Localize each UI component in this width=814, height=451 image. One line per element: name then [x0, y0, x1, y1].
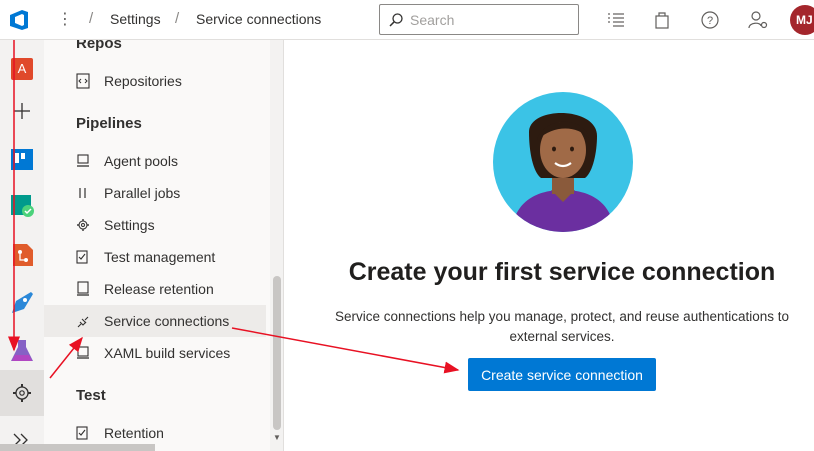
nav-item-label: Repositories	[104, 73, 182, 89]
nav-item-label: Release retention	[104, 281, 214, 297]
help-icon[interactable]: ?	[699, 9, 721, 31]
create-service-connection-button[interactable]: Create service connection	[468, 358, 656, 391]
avatar[interactable]: MJ	[790, 5, 814, 35]
test-plans-icon[interactable]	[7, 190, 37, 220]
project-icon[interactable]: A	[7, 54, 37, 84]
top-bar: ⋮ / Settings / Service connections Searc…	[0, 0, 814, 40]
project-initial: A	[11, 58, 33, 80]
test-management-icon	[76, 250, 88, 264]
person-illustration	[493, 92, 633, 232]
nav-item-label: Retention	[104, 425, 164, 441]
nav-section-test: Test	[76, 387, 106, 404]
horizontal-scrollbar[interactable]	[0, 444, 155, 451]
more-icon[interactable]: ⋮	[57, 9, 73, 31]
pipelines-icon[interactable]	[7, 288, 37, 318]
list-icon[interactable]	[605, 9, 627, 31]
nav-item-label: Agent pools	[104, 153, 178, 169]
nav-item-agent-pools[interactable]: Agent pools	[44, 145, 266, 177]
nav-item-repositories[interactable]: Repositories	[44, 65, 266, 97]
breadcrumb-service-connections[interactable]: Service connections	[196, 11, 321, 27]
nav-item-label: Settings	[104, 217, 155, 233]
artifacts-icon[interactable]	[7, 336, 37, 366]
xaml-icon	[77, 346, 89, 359]
agent-pool-icon	[77, 154, 89, 167]
breadcrumb-separator: /	[89, 10, 94, 27]
boards-icon[interactable]	[7, 144, 37, 174]
nav-section-repos: Repos	[76, 40, 122, 52]
scroll-down-arrow-icon[interactable]: ▼	[273, 433, 281, 442]
settings-icon[interactable]	[7, 378, 37, 408]
nav-item-label: Parallel jobs	[104, 185, 181, 201]
scrollbar-thumb[interactable]	[273, 276, 281, 430]
nav-item-label: XAML build services	[104, 345, 231, 361]
nav-item-xaml-build-services[interactable]: XAML build services	[44, 337, 266, 369]
left-rail: A	[0, 40, 44, 451]
retention-icon	[77, 281, 89, 296]
nav-item-label: Service connections	[104, 313, 230, 329]
settings-nav: Repos Repositories Pipelines Agent pools…	[44, 40, 284, 451]
nav-item-label: Test management	[104, 249, 216, 265]
retention-icon	[76, 426, 88, 440]
svg-text:?: ?	[707, 15, 713, 27]
nav-section-pipelines: Pipelines	[76, 115, 142, 132]
parallel-icon	[79, 188, 86, 198]
azure-devops-logo-icon[interactable]	[6, 7, 32, 33]
breadcrumb-settings[interactable]: Settings	[110, 11, 161, 27]
main-content: Create your first service connection Ser…	[285, 40, 814, 451]
repos-icon[interactable]	[7, 240, 37, 270]
nav-item-release-retention[interactable]: Release retention	[44, 273, 266, 305]
nav-item-settings[interactable]: Settings	[44, 209, 266, 241]
add-icon[interactable]	[7, 96, 37, 126]
repo-icon	[76, 73, 90, 89]
search-icon	[389, 13, 403, 27]
search-box[interactable]	[379, 4, 579, 35]
nav-scrollbar[interactable]: ▼	[270, 40, 283, 451]
nav-item-test-management[interactable]: Test management	[44, 241, 266, 273]
nav-item-parallel-jobs[interactable]: Parallel jobs	[44, 177, 266, 209]
empty-state-description: Service connections help you manage, pro…	[334, 309, 790, 344]
bag-icon[interactable]	[651, 9, 673, 31]
nav-item-service-connections[interactable]: Service connections	[44, 305, 266, 337]
empty-state-title: Create your first service connection	[348, 258, 776, 286]
user-settings-icon[interactable]	[747, 9, 769, 31]
plug-icon	[77, 316, 89, 328]
gear-icon	[77, 219, 89, 231]
search-input[interactable]	[410, 10, 570, 30]
breadcrumb-separator: /	[175, 10, 180, 27]
